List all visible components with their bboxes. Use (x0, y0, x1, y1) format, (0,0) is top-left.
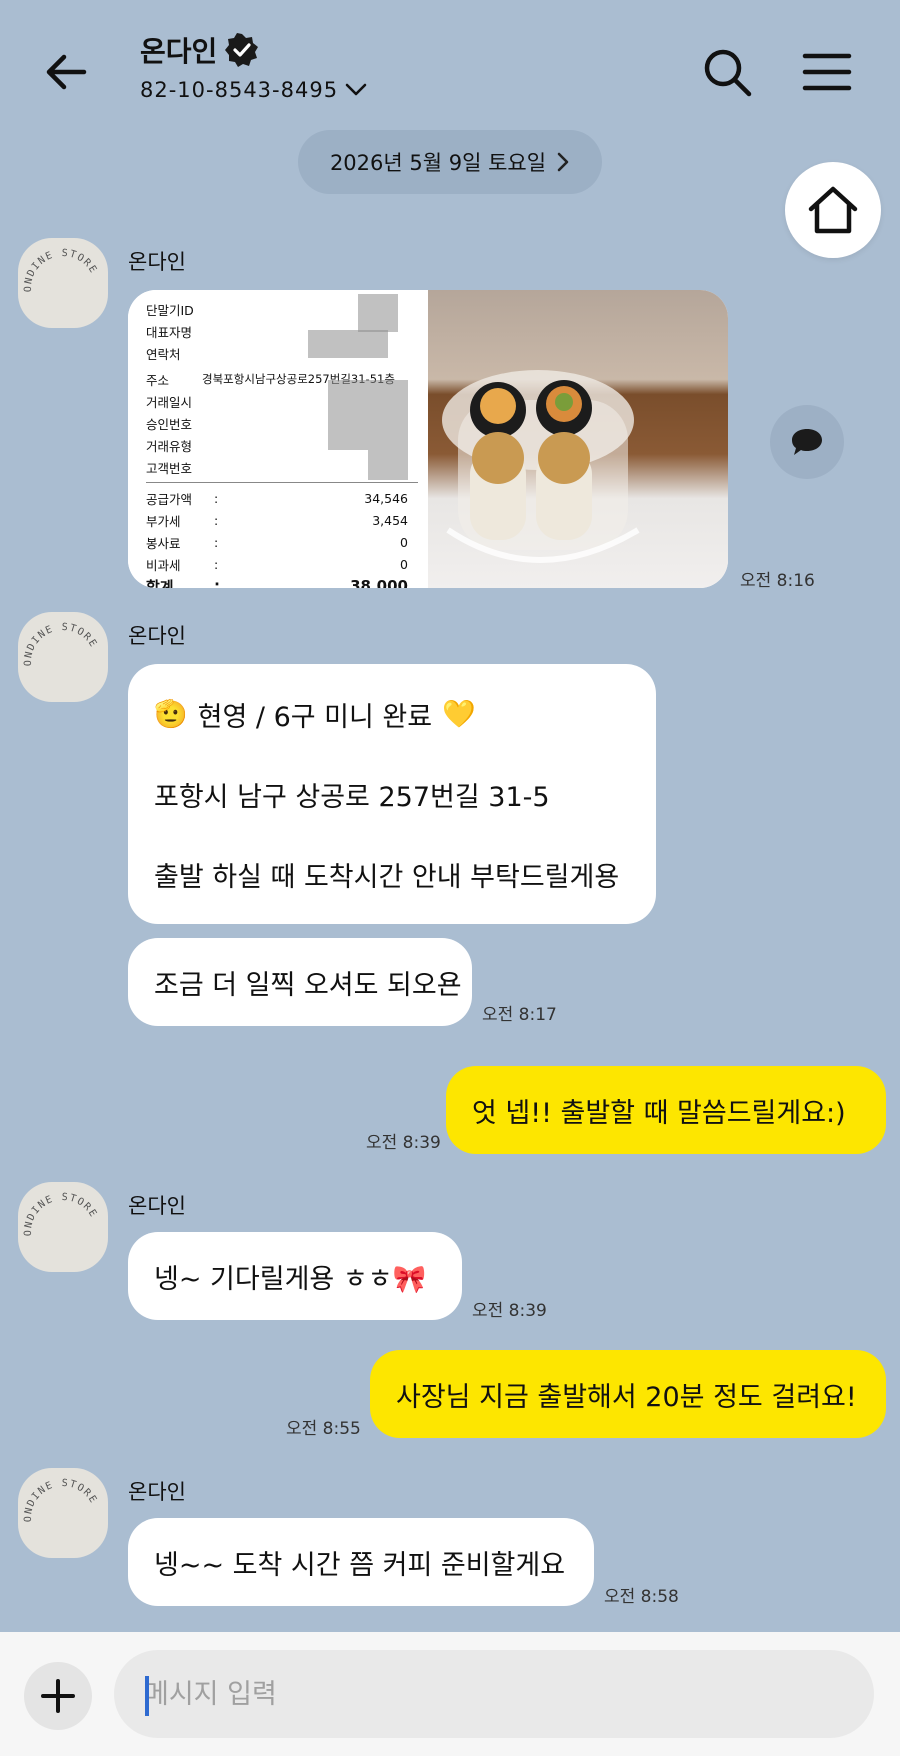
message-time: 오전 8:39 (472, 1301, 547, 1321)
message-line: 포항시 남구 상공로 257번길 31-5 (154, 781, 550, 813)
receipt-amount-row: 부가세:3,454 (146, 512, 408, 529)
svg-text:ONDINE STORE: ONDINE STORE (23, 1478, 99, 1522)
date-text: 2026년 5월 9일 토요일 (329, 151, 547, 175)
attach-button[interactable] (24, 1662, 92, 1730)
chat-title-text: 온다인 (140, 35, 218, 68)
ondine-store-logo: ONDINE STORE (23, 1478, 99, 1522)
receipt-total-row: 합계:38,000 (146, 577, 408, 588)
kimbap-photo (428, 290, 728, 588)
message-bubble[interactable]: 🫡 현영 / 6구 미니 완료 💛 포항시 남구 상공로 257번길 31-5 … (128, 664, 656, 924)
message-time: 오전 8:16 (740, 571, 815, 591)
kimbap-illustration (442, 370, 640, 563)
message-bubble[interactable]: 넹~ 기다릴게용 ㅎㅎ🎀 (128, 1232, 462, 1320)
ondine-store-logo: ONDINE STORE (23, 248, 99, 292)
ondine-store-logo: ONDINE STORE (23, 1192, 99, 1236)
message-text: 넹~ 기다릴게용 ㅎㅎ🎀 (154, 1263, 427, 1295)
message-line: 출발 하실 때 도착시간 안내 부탁드릴게용 (154, 861, 620, 893)
receipt-amount-row: 공급가액:34,546 (146, 490, 408, 507)
avatar[interactable]: ONDINE STORE (18, 1468, 108, 1558)
message-text: 엇 넵!! 출발할 때 말씀드릴게요:) (472, 1097, 846, 1129)
my-message-bubble[interactable]: 엇 넵!! 출발할 때 말씀드릴게요:) (446, 1066, 886, 1154)
chat-header: 온다인 82-10-8543-8495 (0, 0, 900, 130)
avatar[interactable]: ONDINE STORE (18, 1182, 108, 1272)
svg-text:ONDINE STORE: ONDINE STORE (23, 622, 99, 666)
receipt-image: 단말기ID 대표자명 연락처 주소 경북포항시남구상공로257번길31-51층 … (128, 290, 428, 588)
blur-mask (358, 294, 398, 332)
verified-badge-icon (225, 33, 259, 67)
date-divider[interactable]: 2026년 5월 9일 토요일 (298, 130, 602, 194)
home-icon (808, 186, 858, 234)
ondine-store-logo: ONDINE STORE (23, 622, 99, 666)
blur-mask (328, 380, 408, 450)
message-text: 사장님 지금 출발해서 20분 정도 걸려요! (396, 1381, 857, 1413)
plus-icon (41, 1679, 75, 1713)
phone-number-text: 82-10-8543-8495 (140, 78, 339, 102)
chat-bubble-icon (792, 429, 822, 455)
sender-name: 온다인 (128, 250, 186, 274)
avatar[interactable]: ONDINE STORE (18, 612, 108, 702)
message-time: 오전 8:17 (482, 1005, 557, 1025)
sender-name: 온다인 (128, 624, 186, 648)
home-button[interactable] (785, 162, 881, 258)
blur-mask (368, 450, 408, 480)
svg-text:ONDINE STORE: ONDINE STORE (23, 248, 99, 292)
my-message-bubble[interactable]: 사장님 지금 출발해서 20분 정도 걸려요! (370, 1350, 886, 1438)
message-time: 오전 8:39 (366, 1133, 441, 1153)
receipt-amount-row: 비과세:0 (146, 556, 408, 573)
svg-text:ONDINE STORE: ONDINE STORE (23, 1192, 99, 1236)
chat-title[interactable]: 온다인 (140, 30, 259, 70)
message-time: 오전 8:58 (604, 1587, 679, 1607)
sender-name: 온다인 (128, 1194, 186, 1218)
saluting-face-emoji: 🫡 (154, 699, 188, 730)
yellow-heart-emoji: 💛 (442, 699, 476, 730)
message-text: 넹~~ 도착 시간 쯤 커피 준비할게요 (154, 1549, 566, 1581)
menu-icon[interactable] (797, 42, 857, 102)
message-composer (0, 1632, 900, 1756)
message-bubble[interactable]: 넹~~ 도착 시간 쯤 커피 준비할게요 (128, 1518, 594, 1606)
blur-mask (308, 330, 388, 358)
chevron-down-icon (345, 83, 367, 96)
message-line: 🫡 현영 / 6구 미니 완료 💛 (154, 699, 476, 733)
receipt-divider (146, 482, 418, 483)
search-icon[interactable] (697, 42, 757, 102)
avatar[interactable]: ONDINE STORE (18, 238, 108, 328)
text-cursor (145, 1676, 149, 1716)
chat-bubble-button[interactable] (770, 405, 844, 479)
message-input[interactable] (114, 1650, 874, 1738)
shared-photo[interactable]: 단말기ID 대표자명 연락처 주소 경북포항시남구상공로257번길31-51층 … (128, 290, 728, 588)
back-arrow-icon[interactable] (40, 42, 100, 102)
message-time: 오전 8:55 (286, 1419, 361, 1439)
sender-name: 온다인 (128, 1480, 186, 1504)
contact-phone[interactable]: 82-10-8543-8495 (140, 78, 368, 102)
message-bubble[interactable]: 조금 더 일찍 오셔도 되오욘 (128, 938, 472, 1026)
message-text: 조금 더 일찍 오셔도 되오욘 (154, 969, 462, 1001)
receipt-amount-row: 봉사료:0 (146, 534, 408, 551)
chevron-right-icon (557, 152, 569, 172)
